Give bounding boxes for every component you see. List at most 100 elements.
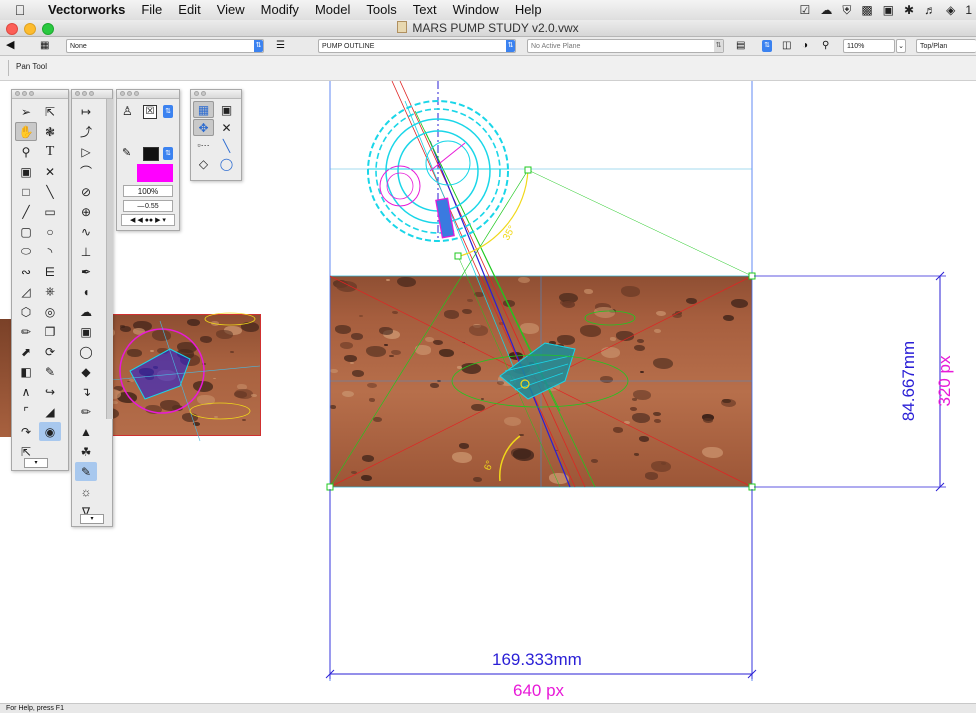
check-circle-icon[interactable]: ☑	[800, 3, 811, 17]
redline-icon[interactable]: ✒	[75, 262, 97, 281]
oval-tool-icon[interactable]: ⬭	[15, 242, 37, 261]
wifi-icon[interactable]: ◈	[946, 3, 955, 17]
menu-edit[interactable]: Edit	[170, 0, 208, 20]
classes-icon[interactable]: ▦	[40, 39, 49, 53]
palette-titlebar[interactable]	[72, 90, 112, 99]
connect-combine-icon[interactable]: ↪	[39, 382, 61, 401]
cloud-sync-icon[interactable]: ☁	[820, 3, 832, 17]
class-dropdown[interactable]: None ⇅	[66, 39, 264, 53]
pen-icon[interactable]: ✎	[122, 146, 131, 159]
zoom-field[interactable]: 110%	[843, 39, 895, 53]
reshape-tool-icon[interactable]: ⇱	[39, 102, 61, 121]
rounded-rectangle-tool-icon[interactable]: ▢	[15, 222, 37, 241]
line-weight-field[interactable]: — 0.55	[123, 200, 173, 212]
color-wheel-icon[interactable]: ☼	[75, 482, 97, 501]
rotate-tool-icon[interactable]: ⟳	[39, 342, 61, 361]
text-tool-icon[interactable]: T	[39, 142, 61, 161]
line-tool-icon[interactable]: ╲	[39, 182, 61, 201]
arc-length-dimension-icon[interactable]: ⌒	[75, 162, 97, 181]
page-setup-icon[interactable]: ▤	[736, 39, 745, 53]
stake-tool-icon[interactable]: ⊥	[75, 242, 97, 261]
palette-expand-chevron-icon[interactable]: ▾	[80, 514, 104, 524]
fill-pattern-swatch[interactable]: ☒	[143, 105, 157, 119]
control-point-handle[interactable]	[454, 252, 462, 260]
layers-icon[interactable]: ☰	[276, 39, 285, 53]
display-icon[interactable]: ▣	[883, 3, 894, 17]
circle-tool-icon[interactable]: ○	[39, 222, 61, 241]
chamfer-tool-icon[interactable]: ◢	[39, 402, 61, 421]
double-polygon-tool-icon[interactable]: ⎈	[39, 282, 61, 301]
radial-dimension-icon[interactable]: ⊘	[75, 182, 97, 201]
trim-tool-icon[interactable]: ∧	[15, 382, 37, 401]
locus-tool-icon[interactable]: ✕	[39, 162, 61, 181]
menu-help[interactable]: Help	[507, 0, 550, 20]
visibility-tool-icon[interactable]: ◉	[39, 422, 61, 441]
paint-tool-icon[interactable]: ✎	[75, 462, 97, 481]
drawing-canvas[interactable]: 35° 6° 169.333mm 640 px 84.667mm 320 px …	[0, 81, 976, 703]
palette-scrollbar[interactable]	[106, 99, 113, 419]
revision-marker-icon[interactable]: ✏	[75, 402, 97, 421]
battery-icon[interactable]: ▩	[861, 3, 872, 17]
zoom-icon[interactable]: ⚲	[822, 39, 829, 53]
fill-bucket-icon[interactable]: ♙	[122, 104, 133, 118]
north-arrow-icon[interactable]: ↴	[75, 382, 97, 401]
bluetooth-icon[interactable]: ✱	[904, 3, 914, 17]
pen-color-swatch[interactable]	[143, 147, 159, 161]
regular-polygon-tool-icon[interactable]: ⬡	[15, 302, 37, 321]
shield-icon[interactable]: ⛨	[842, 3, 851, 18]
id-label-icon[interactable]: ◯	[75, 342, 97, 361]
selection-tool-icon[interactable]: ➢	[15, 102, 37, 121]
pen-style-chevron-icon[interactable]: ⇅	[163, 147, 173, 160]
fillet-tool-icon[interactable]: ⌜	[15, 402, 37, 421]
title-block-icon[interactable]: ▣	[75, 322, 97, 341]
back-arrow-icon[interactable]: ◀	[6, 38, 14, 52]
duplicate-array-icon[interactable]: ❐	[39, 322, 61, 341]
rectangle-tool-icon[interactable]: ▭	[39, 202, 61, 221]
eyedropper-tool-icon[interactable]: ✏	[15, 322, 37, 341]
clip-tool-icon[interactable]: ↷	[15, 422, 37, 441]
snap-to-angle-icon[interactable]: ✕	[216, 119, 237, 136]
angular-dimension-icon[interactable]: ▷	[75, 142, 97, 161]
render-mode-icon[interactable]: ◑	[802, 39, 808, 53]
menu-window[interactable]: Window	[445, 0, 507, 20]
break-line-icon[interactable]: ∿	[75, 222, 97, 241]
menu-modify[interactable]: Modify	[253, 0, 307, 20]
snap-to-surface-icon[interactable]: ◯	[216, 155, 237, 172]
snap-to-object-icon[interactable]: ▣	[216, 101, 237, 118]
mirror-tool-icon[interactable]: ◧	[15, 362, 37, 381]
smart-points-icon[interactable]: ▫⋯	[193, 137, 214, 154]
fill-style-chevron-icon[interactable]: ⇅	[163, 105, 173, 118]
arrowhead-selector[interactable]: ◀ ◀ ●● ▶ ▾	[121, 214, 175, 226]
plant-tool-icon[interactable]: ☘	[75, 442, 97, 461]
freehand-tool-icon[interactable]: ∾	[15, 262, 37, 281]
smart-edge-icon[interactable]: ╲	[216, 137, 237, 154]
snap-to-tangent-icon[interactable]: ◇	[193, 155, 214, 172]
polyline-tool-icon[interactable]: ⋿	[39, 262, 61, 281]
speaker-icon[interactable]: ♬	[924, 3, 936, 17]
flyover-tool-icon[interactable]: ❃	[39, 122, 61, 141]
attribute-mapping-icon[interactable]: □	[15, 182, 37, 201]
view-options-chevron-icon[interactable]: ⇅	[762, 40, 772, 52]
standard-views-icon[interactable]: ◫	[782, 39, 791, 53]
menu-text[interactable]: Text	[405, 0, 445, 20]
palette-titlebar[interactable]	[12, 90, 68, 99]
palette-titlebar[interactable]	[191, 90, 241, 99]
control-point-handle[interactable]	[524, 166, 532, 174]
offset-tool-icon[interactable]: ⬈	[15, 342, 37, 361]
menubar-clock[interactable]: 1	[965, 3, 972, 17]
menu-model[interactable]: Model	[307, 0, 358, 20]
plane-dropdown[interactable]: No Active Plane ⇅	[527, 39, 724, 53]
landscape-tool-icon[interactable]: ▲	[75, 422, 97, 441]
view-dropdown[interactable]: Top/Plan	[916, 39, 976, 53]
center-mark-icon[interactable]: ⊕	[75, 202, 97, 221]
opacity-field[interactable]: 100%	[123, 185, 173, 197]
arc-tool-icon[interactable]: ◝	[39, 242, 61, 261]
apple-menu-icon[interactable]: 	[0, 2, 40, 18]
snap-to-intersection-icon[interactable]: ✥	[193, 119, 214, 136]
spiral-tool-icon[interactable]: ◎	[39, 302, 61, 321]
fill-color-swatch[interactable]	[137, 164, 173, 182]
menu-tools[interactable]: Tools	[358, 0, 404, 20]
zoom-dropdown[interactable]: ⌄	[896, 39, 906, 53]
palette-expand-chevron-icon[interactable]: ▾	[24, 458, 48, 468]
menu-view[interactable]: View	[209, 0, 253, 20]
